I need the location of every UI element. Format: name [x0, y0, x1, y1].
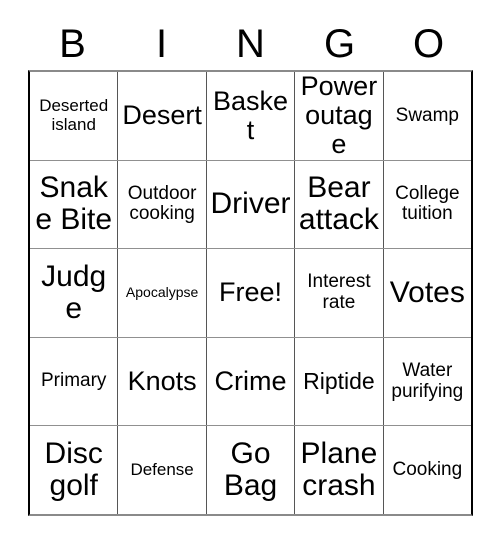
bingo-cell-label: Interest rate	[307, 271, 371, 313]
bingo-cell[interactable]: Snake Bite	[30, 161, 117, 249]
bingo-cell[interactable]: Outdoor cooking	[117, 160, 205, 249]
bingo-cell-label: Knots	[127, 366, 197, 396]
header-letter-n: N	[236, 22, 265, 66]
bingo-cell-label: Disc golf	[44, 436, 103, 503]
bingo-cell[interactable]: Riptide	[294, 337, 382, 426]
bingo-cell[interactable]: Power outage	[294, 72, 382, 160]
header-letter-b: B	[59, 22, 86, 66]
bingo-cell[interactable]: Driver	[205, 160, 294, 249]
bingo-cell-label: Cooking	[392, 458, 463, 480]
bingo-cell[interactable]: Basket	[205, 72, 294, 160]
bingo-cell[interactable]: Go Bag	[205, 426, 294, 514]
bingo-cell-label: Outdoor cooking	[127, 182, 197, 225]
bingo-cell[interactable]: Cooking	[382, 426, 471, 514]
bingo-cell[interactable]: College tuition	[382, 160, 471, 249]
bingo-row: Snake Bite Outdoor cooking Driver Bear atta…	[30, 159, 471, 249]
bingo-cell-label: Go Bag	[223, 436, 278, 503]
bingo-row: Disc golf Defense Go Bag Plane crash Cooking	[30, 425, 471, 514]
header-letter-g: G	[323, 22, 356, 66]
bingo-cell[interactable]: Deserted island	[30, 72, 117, 160]
bingo-cell[interactable]: Disc golf	[30, 426, 117, 514]
bingo-cell-label: Plane crash	[300, 436, 378, 503]
bingo-cell-label: Riptide	[303, 368, 375, 395]
bingo-cell-label: Desert	[122, 100, 202, 131]
bingo-cell[interactable]: Plane crash	[294, 426, 382, 514]
bingo-card: B I N G O Deserted island Desert Basket Pow…	[0, 0, 500, 544]
bingo-cell-label: Driver	[210, 187, 291, 221]
bingo-cell[interactable]: Swamp	[382, 72, 471, 160]
bingo-cell-label: Judge	[41, 259, 107, 325]
bingo-cell-label: Swamp	[395, 104, 459, 126]
bingo-cell-label: Free!	[219, 277, 283, 308]
bingo-cell[interactable]: Water purifying	[382, 337, 471, 426]
bingo-cell-label: Snake Bite	[35, 171, 113, 237]
bingo-cell[interactable]: Judge	[30, 249, 117, 337]
bingo-cell[interactable]: Primary	[30, 338, 117, 426]
bingo-cell-label: Primary	[40, 370, 107, 392]
bingo-cell-label: Apocalypse	[125, 284, 199, 301]
bingo-cell[interactable]: Knots	[117, 337, 205, 426]
bingo-cell[interactable]: Desert	[117, 72, 205, 160]
header-letter-o: O	[412, 22, 445, 66]
bingo-cell-label: Basket	[212, 85, 289, 145]
header-letter-i: I	[155, 22, 168, 66]
bingo-cell[interactable]: Interest rate	[294, 249, 382, 337]
bingo-row: Primary Knots Crime Riptide Water purifying	[30, 336, 471, 426]
bingo-cell[interactable]: Defense	[117, 426, 205, 514]
bingo-cell-label: Votes	[389, 275, 465, 309]
bingo-cell[interactable]: Bear attack	[294, 160, 382, 249]
bingo-row: Judge Apocalypse Free! Interest rate Votes	[30, 248, 471, 337]
bingo-cell-label: Defense	[130, 459, 194, 479]
bingo-cell-label: Water purifying	[391, 360, 464, 402]
bingo-free-cell[interactable]: Free!	[205, 249, 294, 337]
bingo-cell-label: Crime	[214, 366, 287, 396]
bingo-cell-label: Deserted island	[39, 96, 109, 134]
bingo-cell-label: Bear attack	[298, 171, 379, 237]
bingo-cell[interactable]: Votes	[382, 249, 471, 337]
bingo-header: B I N G O	[28, 18, 473, 70]
bingo-row: Deserted island Desert Basket Power outage S…	[30, 72, 471, 160]
bingo-grid: Deserted island Desert Basket Power outage S…	[28, 70, 473, 516]
bingo-cell-label: College tuition	[395, 182, 460, 225]
bingo-cell[interactable]: Apocalypse	[117, 249, 205, 337]
bingo-cell-label: Power outage	[300, 72, 378, 160]
bingo-cell[interactable]: Crime	[205, 337, 294, 426]
